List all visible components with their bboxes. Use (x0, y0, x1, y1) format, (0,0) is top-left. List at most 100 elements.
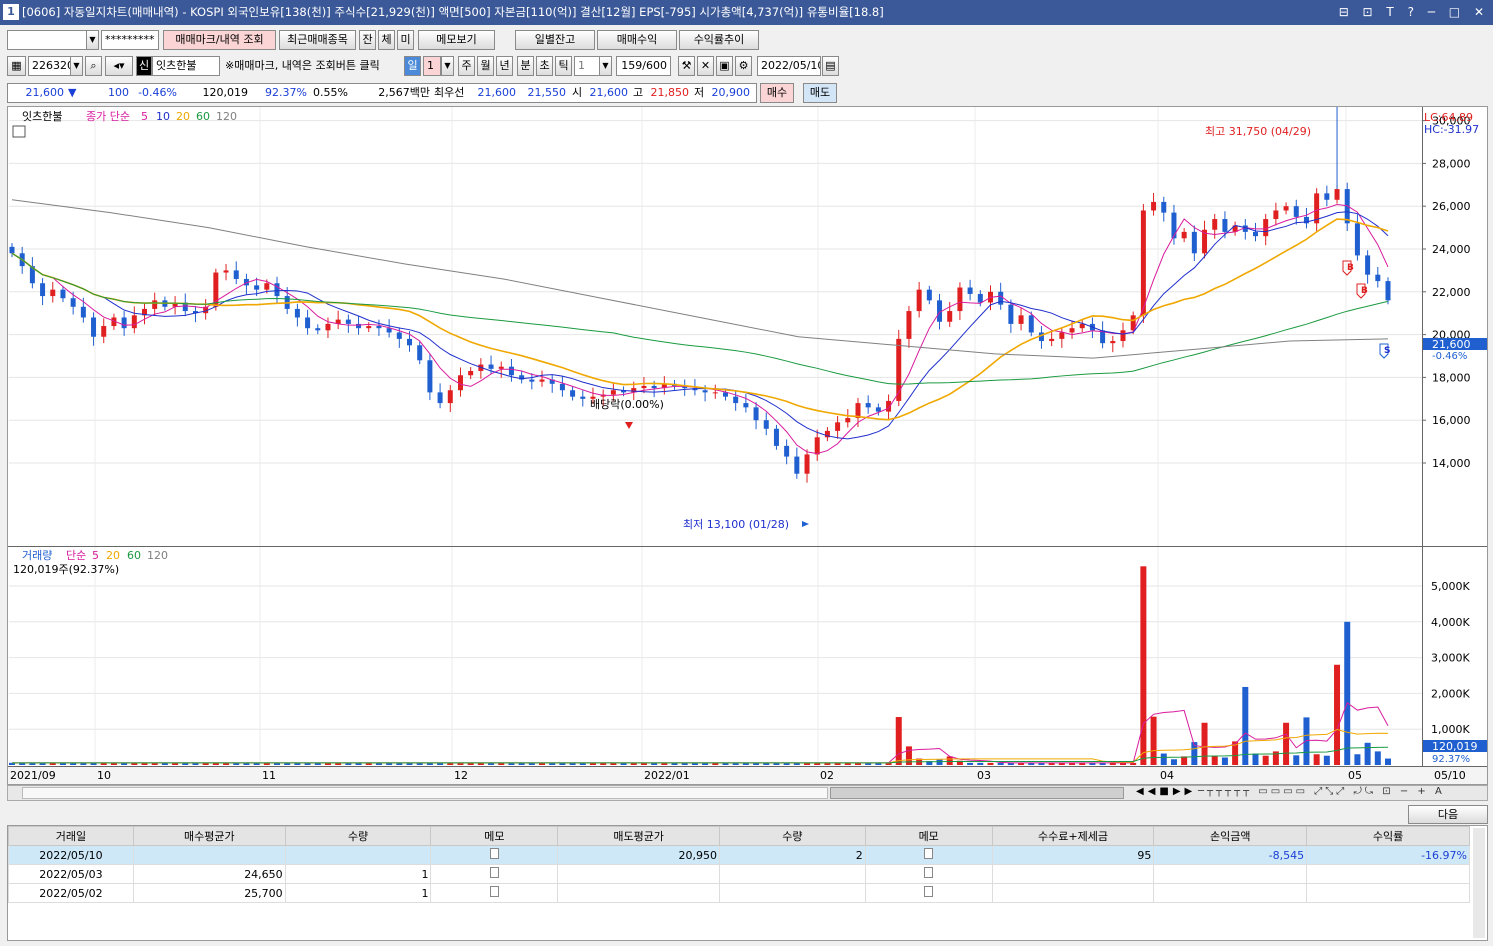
data-count-field[interactable]: 159/600 (616, 56, 671, 76)
volume-bar (1354, 754, 1361, 765)
low-arrow-icon (802, 521, 809, 527)
grid-header-0[interactable]: 거래일 (8, 826, 134, 846)
candle-body (712, 392, 718, 394)
candle-body (1293, 206, 1299, 217)
pane-divider (8, 546, 1487, 547)
horizontal-scrollbar[interactable]: ◀◀■▶▶ ─┬┬┬┬┬ ▭▭▭▭ ⤢⤡⤢ ⤾⤿ ⊡ − + A (7, 785, 1488, 801)
tools-icon[interactable]: ⚒ (678, 56, 695, 76)
grid-header-1[interactable]: 매수평균가 (132, 826, 286, 846)
scroll-thumb[interactable] (830, 787, 1124, 799)
candle-body (875, 407, 881, 412)
period-day-count[interactable]: 1 (423, 56, 441, 76)
recent-trades-button[interactable]: 최근매매종목 (279, 30, 356, 50)
grid-header-4[interactable]: 매도평균가 (557, 826, 721, 846)
memo-view-button[interactable]: 메모보기 (418, 30, 495, 50)
account-select[interactable] (7, 30, 87, 50)
save-icon[interactable]: ▣ (716, 56, 733, 76)
memo-icon[interactable] (924, 848, 934, 859)
period-tick-button[interactable]: 틱 (555, 56, 572, 76)
period-dropdown-icon[interactable]: ▼ (441, 56, 454, 76)
daily-balance-button[interactable]: 일별잔고 (515, 30, 595, 50)
table-cell: 2022/05/02 (8, 883, 134, 903)
table-cell (132, 845, 286, 865)
volume-bar (1252, 753, 1259, 765)
balance-button[interactable]: 잔 (359, 30, 376, 50)
price-tick-label: 16,000 (1432, 414, 1471, 427)
best-quote-label: 최우선 (434, 86, 465, 99)
memo-cell (430, 864, 559, 884)
memo-icon[interactable] (924, 867, 934, 878)
table-row[interactable]: 2022/05/03 24,650 1 (8, 864, 1470, 884)
period-minute-button[interactable]: 분 (517, 56, 534, 76)
volume-bar (895, 717, 902, 765)
crosshair-icon[interactable]: ✕ (697, 56, 714, 76)
period-week-button[interactable]: 주 (458, 56, 475, 76)
period-tick-count[interactable]: 1 (574, 56, 600, 76)
x-tick-label: 2021/09 (10, 769, 56, 782)
next-button[interactable]: 다음 (1408, 805, 1488, 824)
grid-header-9[interactable]: 수익률 (1306, 826, 1470, 846)
grid-header-5[interactable]: 수량 (719, 826, 866, 846)
volume-bar (936, 759, 943, 765)
volume-bar (946, 756, 953, 765)
period-day-button[interactable]: 일 (404, 56, 421, 76)
volume-bar (997, 762, 1004, 765)
buy-button[interactable]: 매수 (760, 83, 794, 103)
tick-dropdown-icon[interactable]: ▼ (599, 56, 612, 76)
candle-body (9, 246, 15, 254)
window-controls[interactable]: ⊟ ⊡ T ? ─ □ ✕ (1339, 0, 1489, 25)
stock-code-field[interactable]: 226320 (28, 56, 71, 76)
memo-icon[interactable] (489, 886, 499, 897)
memo-icon[interactable] (489, 867, 499, 878)
ma60-line (11, 252, 1389, 385)
calendar-icon[interactable]: ▤ (822, 56, 839, 76)
toolbar-symbol: ▦ 226320 ▼ ⌕ ◂▾ 신 잇츠한불 ※매매마크, 내역은 조회버튼 클… (0, 56, 1493, 77)
candle-body (865, 403, 871, 408)
memo-cell (864, 845, 993, 865)
markers-query-button[interactable]: 매매마크/내역 조회 (163, 30, 276, 50)
candle-body (447, 390, 453, 404)
code-dropdown-icon[interactable]: ▼ (70, 56, 83, 76)
candle-body (651, 385, 657, 389)
memo-icon[interactable] (924, 886, 934, 897)
grid-scrollbar[interactable] (1473, 828, 1485, 938)
title-bar: 1 [0606] 자동일지차트(매매내역) - KOSPI 외국인보유[138(… (0, 0, 1493, 25)
candle-body (1018, 315, 1024, 324)
period-month-button[interactable]: 월 (477, 56, 494, 76)
chart-panel[interactable]: 14,000 16,000 18,000 20,000 22,000 24,000 26,0… (7, 106, 1488, 785)
scroll-track[interactable] (22, 787, 828, 799)
profit-trend-button[interactable]: 수익률추이 (679, 30, 759, 50)
grid-header-2[interactable]: 수량 (284, 826, 432, 846)
trade-profit-button[interactable]: 매매수익 (597, 30, 677, 50)
candle-body (121, 317, 127, 329)
period-year-button[interactable]: 년 (496, 56, 513, 76)
playback-controls[interactable]: ◀◀■▶▶ (1136, 786, 1194, 800)
candle-body (753, 407, 759, 421)
executed-button[interactable]: 체 (378, 30, 395, 50)
change-percent: -0.46% (138, 86, 177, 99)
date-field[interactable]: 2022/05/10 (757, 56, 821, 76)
period-second-button[interactable]: 초 (536, 56, 553, 76)
chart-tool-icons[interactable]: ─┬┬┬┬┬ ▭▭▭▭ ⤢⤡⤢ ⤾⤿ ⊡ − + A (1198, 786, 1488, 800)
table-row[interactable]: 2022/05/02 25,700 1 (8, 883, 1470, 903)
sell-button[interactable]: 매도 (803, 83, 837, 103)
grid-header-7[interactable]: 수수료+제세금 (991, 826, 1155, 846)
grid-header-8[interactable]: 손익금액 (1153, 826, 1308, 846)
memo-icon[interactable] (489, 848, 499, 859)
table-row[interactable]: 2022/05/10 20,950 2 95 -8,545 -16.97% (8, 845, 1470, 865)
unexecuted-button[interactable]: 미 (397, 30, 414, 50)
layout-icon[interactable]: ▦ (7, 56, 26, 76)
volume-bar (1160, 753, 1167, 765)
stock-chart[interactable]: 14,00016,00018,00020,00022,00024,00026,0… (8, 107, 1487, 784)
sound-icon[interactable]: ◂▾ (105, 56, 133, 76)
table-grid-icon[interactable] (12, 125, 26, 138)
search-icon[interactable]: ⌕ (85, 56, 102, 76)
gear-icon[interactable]: ⚙ (735, 56, 752, 76)
toolbar-account: ▼ ********* 매매마크/내역 조회 최근매매종목 잔 체 미 메모보기… (0, 30, 1493, 51)
password-field[interactable]: ********* (101, 30, 159, 50)
grid-header-6[interactable]: 메모 (864, 826, 993, 846)
account-dropdown-icon[interactable]: ▼ (86, 30, 99, 50)
candle-body (131, 315, 137, 329)
volume-bar (1181, 756, 1188, 765)
grid-header-3[interactable]: 메모 (430, 826, 559, 846)
